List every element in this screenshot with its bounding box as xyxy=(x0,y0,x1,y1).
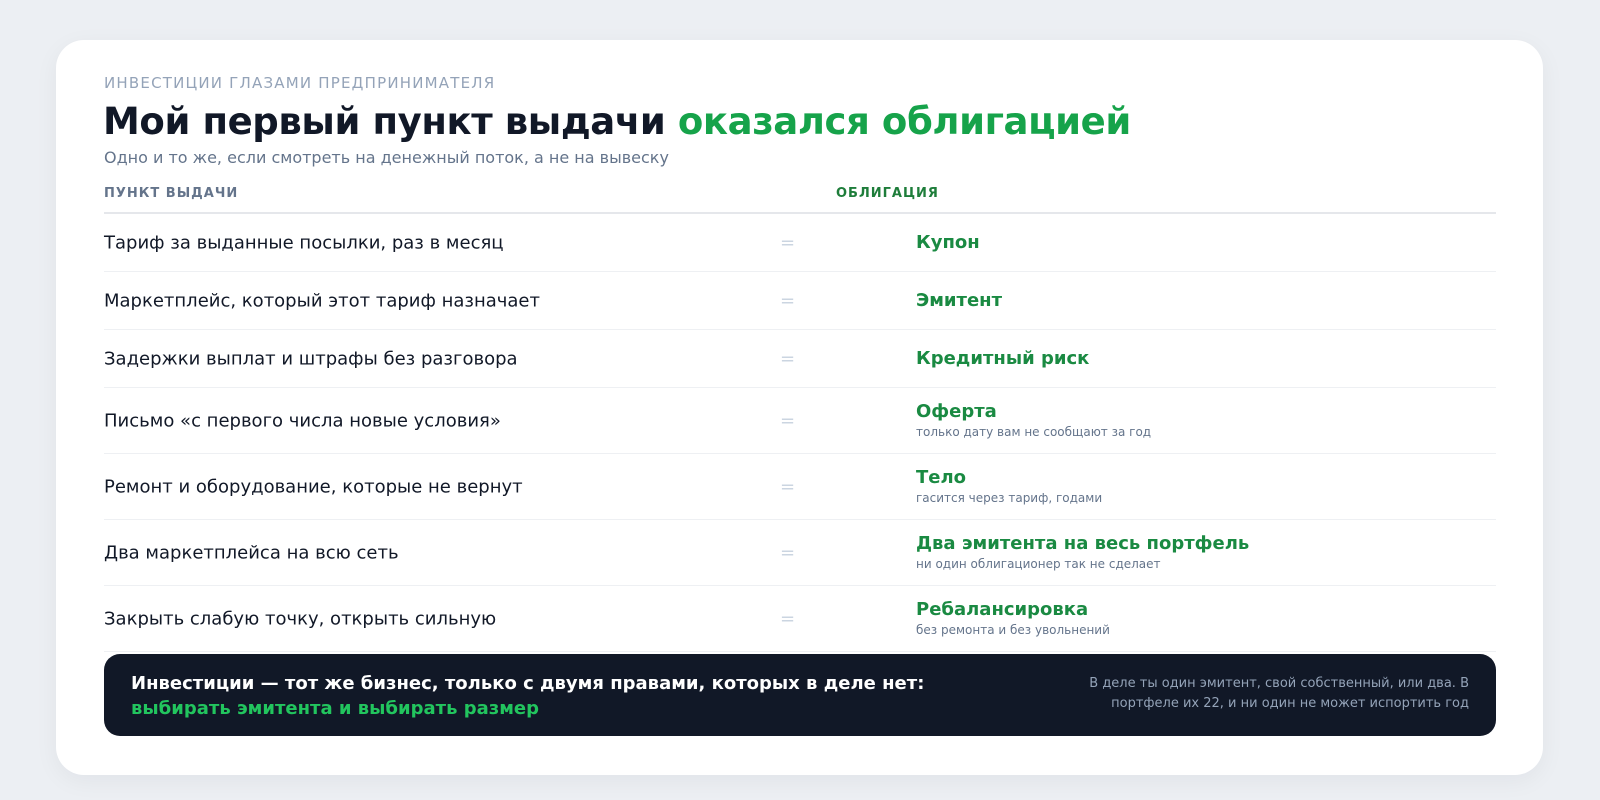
equals-icon: = xyxy=(780,410,796,431)
column-header-left: ПУНКТ ВЫДАЧИ xyxy=(104,186,239,201)
equals-icon: = xyxy=(780,232,796,253)
summary-lead-accent: выбирать эмитента и выбирать размер xyxy=(131,698,540,719)
content-card: ИНВЕСТИЦИИ ГЛАЗАМИ ПРЕДПРИНИМАТЕЛЯ Мой п… xyxy=(56,40,1543,775)
row-left-label: Два маркетплейса на всю сеть xyxy=(104,542,399,563)
row-right-cell: Тело гасится через тариф, годами xyxy=(916,467,1102,507)
equals-icon: = xyxy=(780,608,796,629)
row-left-label: Ремонт и оборудование, которые не вернут xyxy=(104,476,523,497)
table-row: Задержки выплат и штрафы без разговора =… xyxy=(104,330,1496,388)
row-left-label: Маркетплейс, который этот тариф назначае… xyxy=(104,290,540,311)
table-row: Закрыть слабую точку, открыть сильную = … xyxy=(104,586,1496,652)
title-main: Мой первый пункт выдачи xyxy=(103,100,666,143)
table-row: Тариф за выданные посылки, раз в месяц =… xyxy=(104,214,1496,272)
equals-icon: = xyxy=(780,348,796,369)
table-row: Письмо «с первого числа новые условия» =… xyxy=(104,388,1496,454)
table-row: Ремонт и оборудование, которые не вернут… xyxy=(104,454,1496,520)
row-left-label: Закрыть слабую точку, открыть сильную xyxy=(104,608,497,629)
row-right-label: Оферта xyxy=(916,400,997,422)
row-left-label: Задержки выплат и штрафы без разговора xyxy=(104,348,518,369)
equals-icon: = xyxy=(780,542,796,563)
row-right-cell: Купон xyxy=(916,232,980,254)
summary-banner: Инвестиции — тот же бизнес, только с дву… xyxy=(104,654,1496,736)
row-right-note: гасится через тариф, годами xyxy=(916,490,1103,505)
eyebrow: ИНВЕСТИЦИИ ГЛАЗАМИ ПРЕДПРИНИМАТЕЛЯ xyxy=(104,74,496,92)
row-right-label: Купон xyxy=(916,231,980,253)
table-row: Маркетплейс, который этот тариф назначае… xyxy=(104,272,1496,330)
row-right-cell: Эмитент xyxy=(916,290,1002,312)
row-right-label: Тело xyxy=(916,466,967,488)
equals-icon: = xyxy=(780,290,796,311)
summary-aside: В деле ты один эмитент, свой собственный… xyxy=(1089,676,1469,711)
row-left-label: Письмо «с первого числа новые условия» xyxy=(104,410,501,431)
title-accent: оказался облигацией xyxy=(677,100,1131,143)
comparison-table: Тариф за выданные посылки, раз в месяц =… xyxy=(104,214,1496,652)
column-header-right: ОБЛИГАЦИЯ xyxy=(836,186,939,201)
row-right-label: Кредитный риск xyxy=(916,347,1090,369)
row-right-note: без ремонта и без увольнений xyxy=(916,622,1110,637)
equals-icon: = xyxy=(780,476,796,497)
row-right-cell: Ребалансировка без ремонта и без увольне… xyxy=(916,599,1110,639)
subtitle: Одно и то же, если смотреть на денежный … xyxy=(104,148,669,167)
row-left-label: Тариф за выданные посылки, раз в месяц xyxy=(104,232,504,253)
row-right-note: ни один облигационер так не сделает xyxy=(916,556,1161,571)
summary-lead-text: Инвестиции — тот же бизнес, только с дву… xyxy=(131,673,925,694)
summary-lead: Инвестиции — тот же бизнес, только с дву… xyxy=(131,671,924,721)
row-right-label: Эмитент xyxy=(916,289,1003,311)
table-row: Два маркетплейса на всю сеть = Два эмите… xyxy=(104,520,1496,586)
row-right-cell: Оферта только дату вам не сообщают за го… xyxy=(916,401,1151,441)
row-right-note: только дату вам не сообщают за год xyxy=(916,424,1152,439)
row-right-cell: Кредитный риск xyxy=(916,348,1089,370)
row-right-label: Ребалансировка xyxy=(916,598,1089,620)
row-right-cell: Два эмитента на весь портфель ни один об… xyxy=(916,533,1249,573)
page-title: Мой первый пункт выдачи оказался облигац… xyxy=(103,97,1131,147)
row-right-label: Два эмитента на весь портфель xyxy=(916,532,1250,554)
